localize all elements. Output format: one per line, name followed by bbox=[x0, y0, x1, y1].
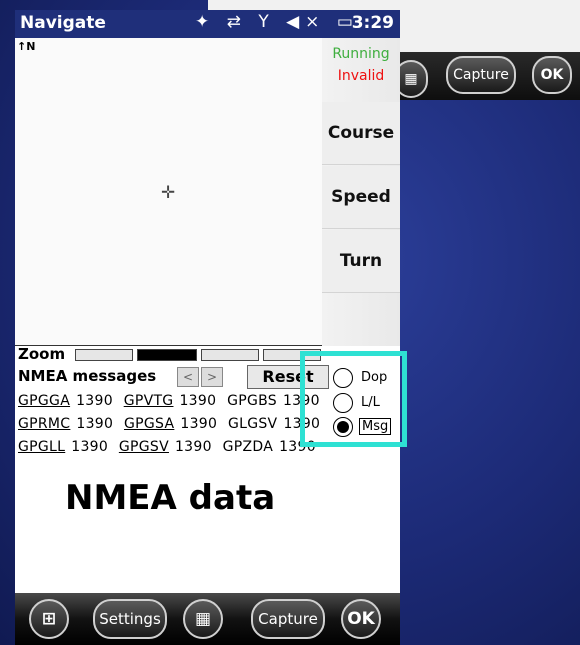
keyboard-button[interactable]: ▦ bbox=[183, 599, 223, 639]
course-button[interactable]: Course bbox=[322, 102, 400, 165]
settings-button[interactable]: Settings bbox=[93, 599, 167, 639]
signal-off-icon: Y bbox=[258, 12, 275, 32]
running-status: Running bbox=[332, 46, 390, 62]
map-view[interactable]: ↑N ✛ bbox=[15, 38, 323, 346]
nmea-msg-name[interactable]: GPGSA bbox=[124, 416, 174, 432]
nmea-msg-count: 1390 bbox=[76, 393, 113, 409]
prev-button[interactable]: < bbox=[177, 367, 199, 387]
clock: 3:29 bbox=[351, 13, 394, 33]
bottom-bar: ⊞ Settings ▦ Capture OK bbox=[15, 593, 400, 645]
north-arrow-icon: ↑N bbox=[17, 40, 36, 53]
status-bar: Navigate ✦ ⇄ Y ◀× ▭ 3:29 bbox=[15, 10, 400, 38]
bg-capture-button[interactable]: Capture bbox=[446, 56, 516, 94]
side-panel: Running Invalid Course Speed Turn bbox=[322, 38, 400, 346]
nmea-msg-count: 1390 bbox=[179, 393, 217, 409]
nmea-msg-count: 1390 bbox=[76, 416, 114, 432]
speed-button[interactable]: Speed bbox=[322, 166, 400, 229]
capture-button[interactable]: Capture bbox=[251, 599, 325, 639]
next-button[interactable]: > bbox=[201, 367, 223, 387]
nmea-msg-name[interactable]: GPGSV bbox=[119, 439, 169, 455]
nmea-msg-name: GPGBS bbox=[227, 393, 277, 409]
nmea-msg-count: 1390 bbox=[71, 439, 109, 455]
nmea-msg-name: GLGSV bbox=[227, 416, 278, 432]
highlight-box bbox=[300, 351, 407, 447]
mute-icon: ◀× bbox=[286, 12, 326, 32]
zoom-label: Zoom bbox=[18, 345, 66, 363]
windows-start-button[interactable]: ⊞ bbox=[29, 599, 69, 639]
nmea-messages-title: NMEA messages bbox=[18, 367, 157, 385]
nmea-msg-name[interactable]: GPGGA bbox=[18, 393, 70, 409]
app-title: Navigate bbox=[20, 13, 106, 33]
zoom-segment-1[interactable] bbox=[75, 349, 133, 361]
zoom-segment-3[interactable] bbox=[201, 349, 259, 361]
nmea-row: GPGLL 1390 GPGSV 1390 GPZDA 1390 bbox=[18, 439, 322, 455]
nmea-row: GPRMC 1390 GPGSA 1390 GLGSV 1390 bbox=[18, 416, 326, 432]
position-crosshair-icon: ✛ bbox=[161, 183, 176, 203]
zoom-segment-2[interactable] bbox=[137, 349, 197, 361]
nmea-row: GPGGA 1390 GPVTG 1390 GPGBS 1390 bbox=[18, 393, 326, 409]
bg-ok-button[interactable]: OK bbox=[532, 56, 572, 94]
nmea-msg-name: GPZDA bbox=[222, 439, 274, 455]
nmea-data-annotation: NMEA data bbox=[65, 478, 276, 518]
nmea-msg-name[interactable]: GPRMC bbox=[18, 416, 70, 432]
keyboard-icon: ▦ bbox=[194, 609, 212, 629]
nmea-msg-count: 1390 bbox=[174, 439, 212, 455]
invalid-status: Invalid bbox=[337, 68, 385, 84]
nmea-msg-name[interactable]: GPGLL bbox=[18, 439, 65, 455]
status-icons: ✦ ⇄ Y ◀× ▭ bbox=[195, 12, 359, 32]
ok-button[interactable]: OK bbox=[341, 599, 381, 639]
phone-screen: Navigate ✦ ⇄ Y ◀× ▭ 3:29 ↑N ✛ Running In… bbox=[15, 10, 400, 645]
sync-icon: ⇄ bbox=[226, 12, 247, 32]
nmea-msg-name[interactable]: GPVTG bbox=[124, 393, 174, 409]
satellite-icon: ✦ bbox=[195, 12, 216, 32]
windows-logo-icon: ⊞ bbox=[41, 609, 57, 629]
nmea-msg-count: 1390 bbox=[180, 416, 218, 432]
turn-button[interactable]: Turn bbox=[322, 230, 400, 293]
